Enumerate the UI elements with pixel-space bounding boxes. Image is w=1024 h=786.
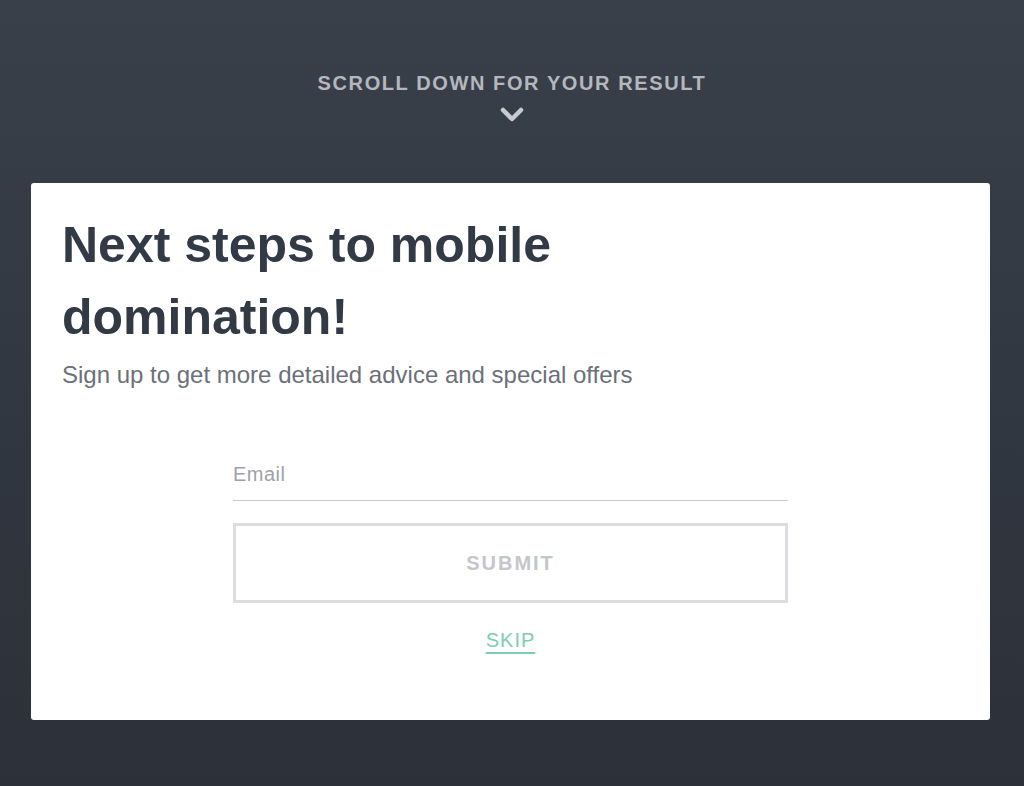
scroll-hint[interactable]: SCROLL DOWN FOR YOUR RESULT	[0, 0, 1024, 183]
card-subtitle: Sign up to get more detailed advice and …	[62, 361, 959, 389]
signup-form: SUBMIT SKIP	[233, 451, 788, 652]
page: SCROLL DOWN FOR YOUR RESULT Next steps to…	[0, 0, 1024, 786]
submit-button[interactable]: SUBMIT	[233, 523, 788, 603]
email-input[interactable]	[233, 451, 788, 501]
scroll-hint-text: SCROLL DOWN FOR YOUR RESULT	[318, 72, 707, 95]
signup-card: Next steps to mobile domination! Sign up …	[31, 183, 990, 720]
chevron-down-icon	[500, 107, 524, 123]
skip-link[interactable]: SKIP	[486, 629, 536, 652]
card-title: Next steps to mobile domination!	[62, 209, 722, 353]
